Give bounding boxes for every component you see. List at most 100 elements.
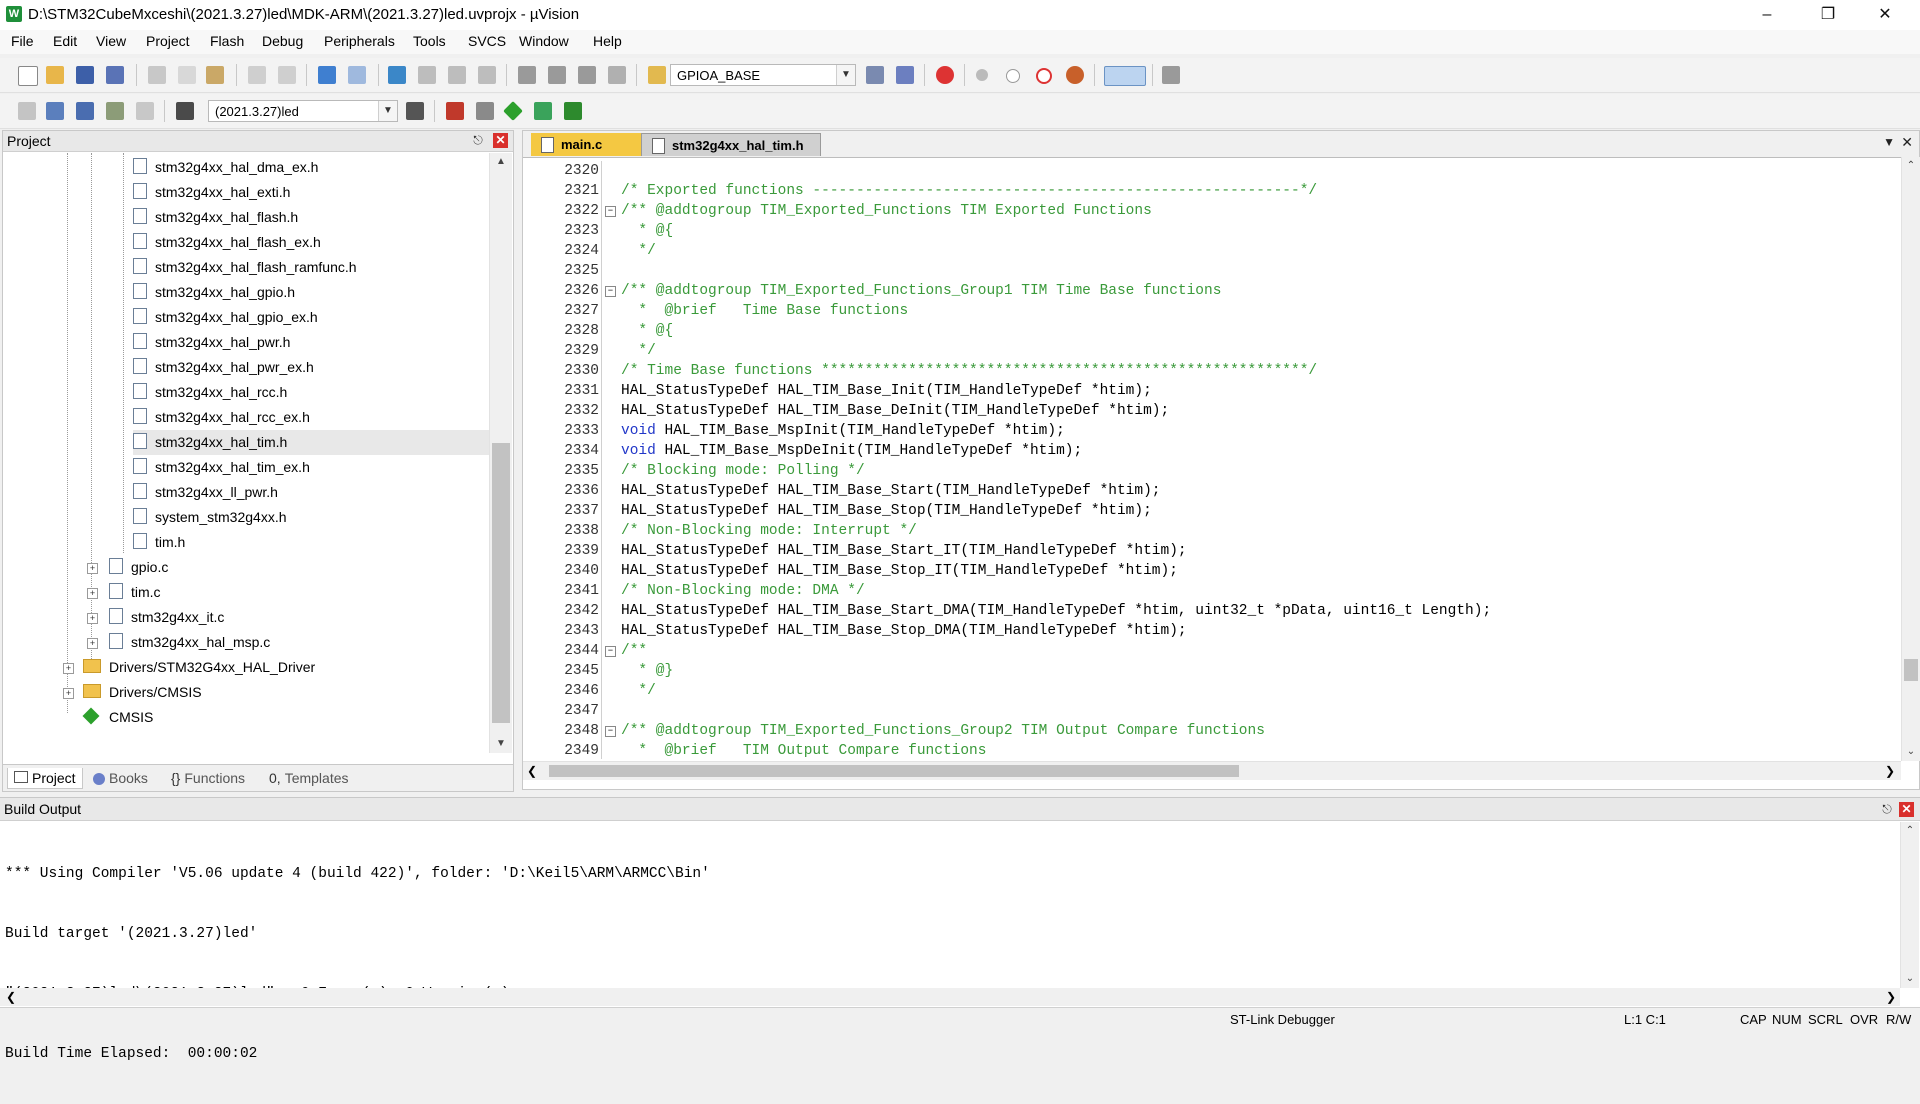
expand-icon[interactable]: +	[87, 563, 98, 574]
tree-item-file-selected[interactable]: stm32g4xx_hal_tim.h	[133, 430, 489, 455]
navigate-back-icon[interactable]	[318, 66, 336, 84]
breakpoint-disable-all-icon[interactable]	[1036, 68, 1052, 84]
build-output-horizontal-scrollbar[interactable]: ❮ ❯	[0, 988, 1900, 1006]
tree-item-file[interactable]: stm32g4xx_hal_flash_ex.h	[133, 230, 321, 255]
restore-button[interactable]: ❐	[1805, 0, 1851, 30]
menu-view[interactable]: View	[96, 33, 126, 49]
tab-templates[interactable]: 0, Templates	[269, 768, 349, 788]
close-icon[interactable]: ✕	[1901, 134, 1913, 151]
chevron-down-icon[interactable]: ▼	[836, 65, 855, 85]
breakpoint-enable-icon[interactable]	[1006, 69, 1020, 83]
tab-books[interactable]: Books	[93, 768, 148, 788]
menu-debug[interactable]: Debug	[262, 33, 303, 49]
editor-tab-main-c[interactable]: main.c	[531, 133, 641, 156]
breakpoint-insert-icon[interactable]	[976, 69, 988, 81]
tree-item-file[interactable]: system_stm32g4xx.h	[133, 505, 287, 530]
indent-icon[interactable]	[518, 66, 536, 84]
scroll-down-icon[interactable]: ⌄	[1901, 970, 1919, 988]
tree-item-file[interactable]: stm32g4xx_hal_rcc_ex.h	[133, 405, 310, 430]
pin-icon[interactable]: ⎋	[471, 133, 485, 147]
menu-peripherals[interactable]: Peripherals	[324, 33, 395, 49]
close-icon[interactable]: ✕	[493, 133, 508, 148]
symbol-search-combo[interactable]: GPIOA_BASE ▼	[670, 64, 856, 86]
scroll-left-icon[interactable]: ❮	[6, 988, 16, 1006]
paste-icon[interactable]	[206, 66, 224, 84]
tree-item-file[interactable]: stm32g4xx_hal_gpio_ex.h	[133, 305, 318, 330]
tab-functions[interactable]: {} Functions	[171, 768, 245, 788]
bookmark-clear-icon[interactable]	[478, 66, 496, 84]
cut-icon[interactable]	[148, 66, 166, 84]
scroll-left-icon[interactable]: ❮	[527, 762, 537, 780]
expand-icon[interactable]: +	[63, 688, 74, 699]
bookmark-prev-icon[interactable]	[418, 66, 436, 84]
expand-icon[interactable]: +	[63, 663, 74, 674]
comment-icon[interactable]	[578, 66, 596, 84]
options-for-target-icon[interactable]	[406, 102, 424, 120]
copy-icon[interactable]	[178, 66, 196, 84]
breakpoint-kill-all-icon[interactable]	[1066, 66, 1084, 84]
window-layout-icon[interactable]	[1104, 66, 1146, 86]
tree-item-file[interactable]: stm32g4xx_ll_pwr.h	[133, 480, 278, 505]
tree-item-source[interactable]: gpio.c	[109, 555, 168, 580]
scroll-thumb[interactable]	[1904, 659, 1918, 681]
close-icon[interactable]: ✕	[1899, 802, 1914, 817]
tree-item-source[interactable]: stm32g4xx_hal_msp.c	[109, 630, 270, 655]
menu-file[interactable]: File	[11, 33, 34, 49]
scroll-right-icon[interactable]: ❯	[1885, 762, 1895, 780]
target-select-combo[interactable]: (2021.3.27)led ▼	[208, 100, 398, 122]
fold-collapse-icon[interactable]: −	[605, 646, 616, 657]
tree-item-file[interactable]: tim.h	[133, 530, 185, 555]
editor-tab-stm32g4xx-hal-tim-h[interactable]: stm32g4xx_hal_tim.h	[641, 133, 821, 156]
menu-window[interactable]: Window	[519, 33, 569, 49]
menu-help[interactable]: Help	[593, 33, 622, 49]
find-icon[interactable]	[866, 66, 884, 84]
scroll-down-icon[interactable]: ▼	[490, 735, 512, 753]
editor-vertical-scrollbar[interactable]: ⌃ ⌄	[1901, 157, 1920, 761]
tree-item-file[interactable]: stm32g4xx_hal_tim_ex.h	[133, 455, 310, 480]
pack-installer-icon[interactable]	[564, 102, 582, 120]
minimize-button[interactable]: –	[1744, 0, 1790, 30]
tree-item-folder[interactable]: Drivers/STM32G4xx_HAL_Driver	[83, 655, 315, 680]
manage-rte-icon[interactable]	[503, 101, 523, 121]
build-output-text[interactable]: *** Using Compiler 'V5.06 update 4 (buil…	[5, 824, 710, 1104]
tree-item-file[interactable]: stm32g4xx_hal_flash_ramfunc.h	[133, 255, 357, 280]
file-extensions-icon[interactable]	[476, 102, 494, 120]
fold-collapse-icon[interactable]: −	[605, 286, 616, 297]
find-in-files-icon[interactable]	[648, 66, 666, 84]
tab-list-chevron-down-icon[interactable]: ▼	[1883, 135, 1895, 149]
scroll-right-icon[interactable]: ❯	[1886, 988, 1896, 1006]
redo-icon[interactable]	[278, 66, 296, 84]
tree-item-source[interactable]: tim.c	[109, 580, 161, 605]
scroll-thumb[interactable]	[549, 765, 1239, 777]
project-tree-scrollbar[interactable]: ▲ ▼	[489, 153, 512, 753]
expand-icon[interactable]: +	[87, 613, 98, 624]
tree-item-file[interactable]: stm32g4xx_hal_gpio.h	[133, 280, 295, 305]
fold-collapse-icon[interactable]: −	[605, 206, 616, 217]
rebuild-icon[interactable]	[76, 102, 94, 120]
code-area[interactable]: 2320 2321 /* Exported functions ----------…	[523, 161, 1901, 759]
save-all-icon[interactable]	[106, 66, 124, 84]
tree-item-file[interactable]: stm32g4xx_hal_pwr.h	[133, 330, 290, 355]
unindent-icon[interactable]	[548, 66, 566, 84]
batch-build-icon[interactable]	[106, 102, 124, 120]
tree-item-source[interactable]: stm32g4xx_it.c	[109, 605, 224, 630]
menu-tools[interactable]: Tools	[413, 33, 446, 49]
manage-components-icon[interactable]	[446, 102, 464, 120]
bookmark-insert-icon[interactable]	[388, 66, 406, 84]
build-output-vertical-scrollbar[interactable]: ⌃ ⌄	[1900, 822, 1919, 988]
tree-item-file[interactable]: stm32g4xx_hal_dma_ex.h	[133, 155, 318, 180]
undo-icon[interactable]	[248, 66, 266, 84]
tree-item-file[interactable]: stm32g4xx_hal_flash.h	[133, 205, 298, 230]
tree-item-folder[interactable]: Drivers/CMSIS	[83, 680, 202, 705]
expand-icon[interactable]: +	[87, 588, 98, 599]
tree-item-file[interactable]: stm32g4xx_hal_pwr_ex.h	[133, 355, 314, 380]
incremental-find-icon[interactable]	[896, 66, 914, 84]
expand-icon[interactable]: +	[87, 638, 98, 649]
scroll-up-icon[interactable]: ▲	[490, 153, 512, 171]
download-load-icon[interactable]	[176, 102, 194, 120]
open-file-icon[interactable]	[46, 66, 64, 84]
menu-flash[interactable]: Flash	[210, 33, 244, 49]
pin-icon[interactable]: ⎋	[1880, 802, 1894, 816]
scroll-down-icon[interactable]: ⌄	[1902, 743, 1920, 761]
build-icon[interactable]	[46, 102, 64, 120]
